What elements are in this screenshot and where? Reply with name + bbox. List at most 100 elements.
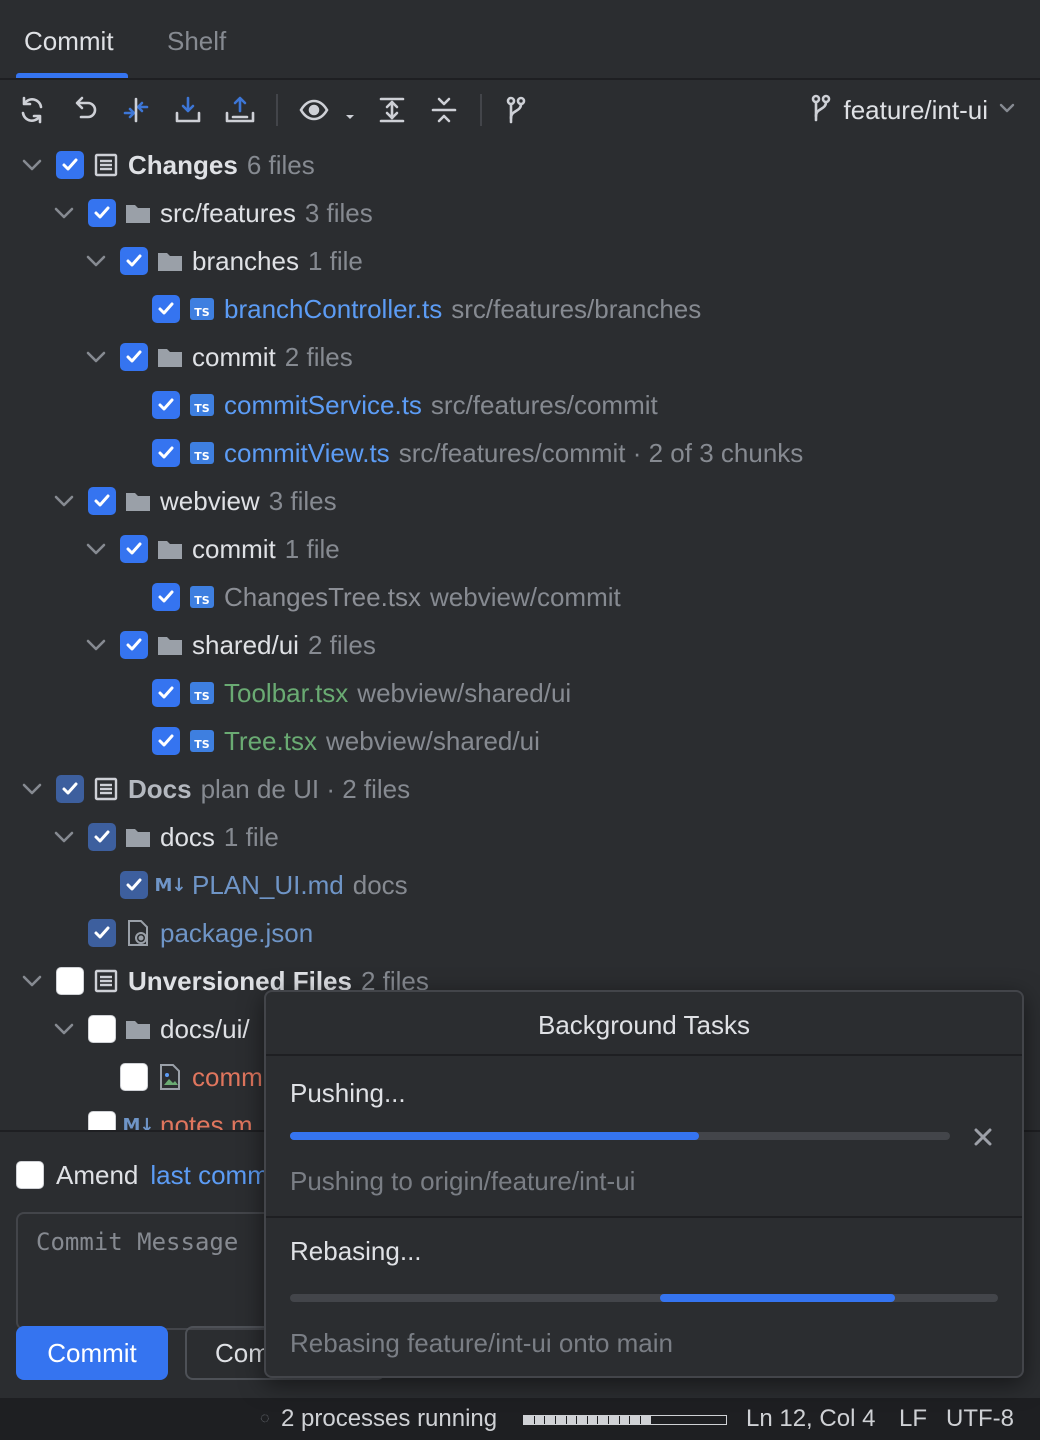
tree-row-docs-folder[interactable]: docs 1 file (0, 813, 1040, 861)
tree-row-label: commit 2 files (192, 333, 353, 381)
item-meta: webview/commit (430, 582, 621, 612)
file-encoding[interactable]: UTF-8 (946, 1398, 1014, 1440)
include-checkbox[interactable] (88, 919, 116, 947)
include-checkbox[interactable] (56, 967, 84, 995)
item-meta: 1 file (284, 534, 340, 564)
chevron-down-icon[interactable] (20, 777, 44, 801)
tree-row-label: PLAN_UI.md docs (192, 861, 408, 909)
branch-icon[interactable] (498, 92, 534, 128)
include-checkbox[interactable] (152, 727, 180, 755)
eye-icon[interactable] (296, 92, 332, 128)
include-checkbox[interactable] (56, 775, 84, 803)
typescript-file-icon: TS (188, 391, 216, 419)
processes-status[interactable]: 2 processes running (281, 1398, 497, 1440)
include-checkbox[interactable] (88, 199, 116, 227)
expand-all-icon[interactable] (374, 92, 410, 128)
tree-row-label: branchController.ts src/features/branches (224, 285, 701, 333)
tree-row-branches[interactable]: branches 1 file (0, 237, 1040, 285)
tree-row-commitservice[interactable]: TS commitService.ts src/features/commit (0, 381, 1040, 429)
item-name: webview (160, 486, 260, 516)
tree-row-label: Toolbar.tsx webview/shared/ui (224, 669, 571, 717)
include-checkbox[interactable] (120, 343, 148, 371)
typescript-file-icon: TS (188, 583, 216, 611)
folder-icon (156, 631, 184, 659)
diff-icon[interactable] (118, 92, 154, 128)
tree-row-package-json[interactable]: package.json (0, 909, 1040, 957)
last-commit-link[interactable]: last comm (150, 1160, 268, 1191)
include-checkbox[interactable] (152, 439, 180, 467)
item-meta: docs (352, 870, 408, 900)
markdown-file-icon: M↓ (154, 874, 187, 896)
commit-message-placeholder: Commit Message (36, 1228, 239, 1256)
chevron-down-icon[interactable] (52, 1017, 76, 1041)
tree-row-commit1[interactable]: commit 2 files (0, 333, 1040, 381)
tree-row-label: comm (192, 1053, 272, 1101)
chevron-down-icon[interactable] (84, 633, 108, 657)
view-options-dropdown-icon[interactable] (338, 92, 362, 128)
tree-row-branchcontroller[interactable]: TS branchController.ts src/features/branch… (0, 285, 1040, 333)
status-progress-bar (523, 1415, 727, 1425)
rollback-icon[interactable] (66, 92, 102, 128)
include-checkbox[interactable] (152, 583, 180, 611)
tree-row-webview[interactable]: webview 3 files (0, 477, 1040, 525)
include-checkbox[interactable] (56, 151, 84, 179)
item-meta: plan de UI · 2 files (200, 774, 411, 804)
amend-option[interactable]: Amend last comm (16, 1160, 269, 1190)
include-checkbox[interactable] (120, 631, 148, 659)
tree-row-plan-md[interactable]: M↓ PLAN_UI.md docs (0, 861, 1040, 909)
item-name: branchController.ts (224, 294, 443, 324)
update-project-icon[interactable] (170, 92, 206, 128)
tree-row-label: docs 1 file (160, 813, 279, 861)
collapse-all-icon[interactable] (426, 92, 462, 128)
line-ending[interactable]: LF (899, 1398, 927, 1440)
tree-row-label: Changes 6 files (128, 141, 315, 189)
folder-icon (124, 1015, 152, 1043)
chevron-down-icon[interactable] (52, 825, 76, 849)
include-checkbox[interactable] (88, 1111, 116, 1130)
chevron-down-icon[interactable] (52, 489, 76, 513)
tree-row-docs-list[interactable]: Docs plan de UI · 2 files (0, 765, 1040, 813)
include-checkbox[interactable] (120, 1063, 148, 1091)
item-name: Changes (128, 150, 238, 180)
typescript-file-icon: TS (188, 727, 216, 755)
include-checkbox[interactable] (88, 487, 116, 515)
tree-row-label: commitView.ts src/features/commit · 2 of … (224, 429, 803, 477)
chevron-down-icon[interactable] (84, 249, 108, 273)
include-checkbox[interactable] (152, 295, 180, 323)
branch-selector[interactable]: feature/int-ui (809, 90, 1016, 130)
item-name: src/features (160, 198, 296, 228)
chevron-down-icon[interactable] (20, 153, 44, 177)
tree-row-shared-ui[interactable]: shared/ui 2 files (0, 621, 1040, 669)
include-checkbox[interactable] (120, 535, 148, 563)
tree-row-treetsx[interactable]: TS Tree.tsx webview/shared/ui (0, 717, 1040, 765)
commit-button[interactable]: Commit (16, 1326, 168, 1380)
tab-shelf[interactable]: Shelf (167, 22, 226, 60)
include-checkbox[interactable] (120, 871, 148, 899)
popup-title: Background Tasks (266, 992, 1022, 1056)
refresh-icon[interactable] (14, 92, 50, 128)
include-checkbox[interactable] (120, 247, 148, 275)
include-checkbox[interactable] (152, 679, 180, 707)
cancel-task-icon[interactable] (968, 1122, 998, 1152)
chevron-down-icon[interactable] (84, 537, 108, 561)
spinner-icon: ◌ (260, 1410, 270, 1427)
chevron-down-icon[interactable] (20, 969, 44, 993)
tree-row-changes[interactable]: Changes 6 files (0, 141, 1040, 189)
push-icon[interactable] (222, 92, 258, 128)
markdown-file-icon: M↓ (122, 1114, 155, 1131)
chevron-down-icon[interactable] (84, 345, 108, 369)
chevron-down-icon[interactable] (52, 201, 76, 225)
include-checkbox[interactable] (88, 823, 116, 851)
include-checkbox[interactable] (152, 391, 180, 419)
tab-commit[interactable]: Commit (24, 22, 114, 60)
item-meta: src/features/commit · 2 of 3 chunks (398, 438, 804, 468)
tree-row-changestree[interactable]: TS ChangesTree.tsx webview/commit (0, 573, 1040, 621)
item-name: PLAN_UI.md (192, 870, 344, 900)
tree-row-commitview[interactable]: TS commitView.ts src/features/commit · 2 o… (0, 429, 1040, 477)
tree-row-src-features[interactable]: src/features 3 files (0, 189, 1040, 237)
tree-row-toolbartsx[interactable]: TS Toolbar.tsx webview/shared/ui (0, 669, 1040, 717)
tree-row-commit2[interactable]: commit 1 file (0, 525, 1040, 573)
caret-position[interactable]: Ln 12, Col 4 (746, 1398, 875, 1440)
include-checkbox[interactable] (88, 1015, 116, 1043)
amend-checkbox[interactable] (16, 1161, 44, 1189)
